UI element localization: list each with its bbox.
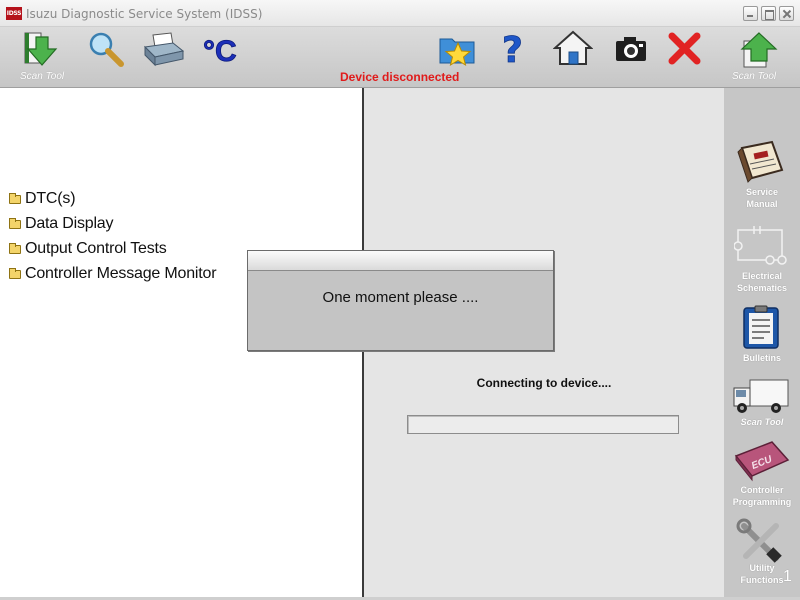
dialog-message: One moment please .... (322, 289, 479, 306)
truck-icon (733, 379, 789, 413)
controller-programming-label-2: Programming (732, 497, 792, 507)
device-status: Device disconnected (340, 70, 460, 84)
electrical-schematics-label-2: Schematics (736, 283, 788, 293)
service-manual-icon (737, 140, 784, 183)
folder-icon (9, 242, 21, 254)
service-manual-label-1: Service (745, 187, 779, 197)
scan-tool-button[interactable]: Scan Tool (724, 376, 800, 432)
camera-icon (616, 37, 646, 61)
service-manual-label-2: Manual (746, 199, 778, 209)
close-icon (668, 32, 701, 65)
folder-icon (9, 192, 21, 204)
svg-text:°C: °C (203, 35, 237, 68)
scan-tool-back-button[interactable] (22, 31, 62, 69)
folder-icon (9, 267, 21, 279)
bulletin-icon (743, 305, 779, 349)
page-number: 1 (783, 568, 792, 585)
tree-item-label: Controller Message Monitor (25, 265, 217, 282)
print-button[interactable] (143, 31, 185, 67)
tree-item-data-display[interactable]: Data Display (9, 214, 114, 234)
tool-sidebar: Service Manual Electrical Schematics Bul… (724, 88, 800, 600)
ecu-icon: ECU (734, 441, 790, 482)
back-arrow-icon (24, 32, 58, 66)
temperature-unit-button[interactable]: °C (201, 30, 245, 69)
bulletins-button[interactable]: Bulletins (724, 302, 800, 366)
service-manual-button[interactable]: Service Manual (724, 138, 800, 214)
electrical-schematics-button[interactable]: Electrical Schematics (724, 222, 800, 296)
scan-tool-sidebar-label: Scan Tool (740, 417, 784, 427)
scan-tool-forward-button[interactable] (738, 31, 780, 69)
screenshot-button[interactable] (614, 34, 648, 64)
dialog-title-bar (248, 251, 553, 271)
minimize-button[interactable] (743, 6, 758, 21)
celsius-icon: °C (203, 35, 237, 69)
help-icon: ? (502, 30, 524, 72)
home-icon (552, 30, 594, 65)
tree-item-controller-message-monitor[interactable]: Controller Message Monitor (9, 264, 217, 284)
search-icon (89, 32, 124, 67)
tree-item-label: Data Display (25, 215, 114, 232)
tree-item-output-control-tests[interactable]: Output Control Tests (9, 239, 167, 259)
controller-programming-label-1: Controller (740, 485, 784, 495)
toolbar: Scan Tool °C ? Scan Tool Device disconne… (0, 27, 800, 88)
scan-tool-label-left: Scan Tool (20, 71, 65, 82)
help-button[interactable]: ? (499, 29, 529, 72)
tree-item-label: Output Control Tests (25, 240, 167, 257)
scan-tool-label-right: Scan Tool (732, 71, 777, 82)
forward-arrow-icon (740, 32, 778, 68)
wrench-icon (736, 518, 782, 563)
wait-dialog: One moment please .... (247, 250, 554, 351)
folder-star-icon (439, 38, 475, 67)
electrical-schematics-label-1: Electrical (741, 271, 783, 281)
connecting-status: Connecting to device.... (476, 376, 612, 390)
idss-logo-icon: IDSS (6, 7, 22, 20)
window-title: Isuzu Diagnostic Service System (IDSS) (26, 7, 263, 21)
controller-programming-button[interactable]: ECU Controller Programming (724, 438, 800, 512)
close-window-button[interactable] (779, 6, 794, 21)
folder-icon (9, 217, 21, 229)
printer-icon (143, 32, 185, 67)
exit-button[interactable] (667, 32, 703, 66)
connection-progress-bar (407, 415, 679, 434)
tree-item-label: DTC(s) (25, 190, 76, 207)
title-bar: IDSS Isuzu Diagnostic Service System (ID… (0, 0, 800, 27)
home-button[interactable] (552, 30, 594, 68)
bulletins-label: Bulletins (742, 353, 781, 363)
svg-text:?: ? (502, 30, 523, 69)
maximize-button[interactable] (761, 6, 776, 21)
tree-item-dtc[interactable]: DTC(s) (9, 189, 76, 209)
search-button[interactable] (86, 31, 126, 67)
favorites-button[interactable] (438, 31, 478, 67)
schematic-icon (734, 226, 787, 265)
